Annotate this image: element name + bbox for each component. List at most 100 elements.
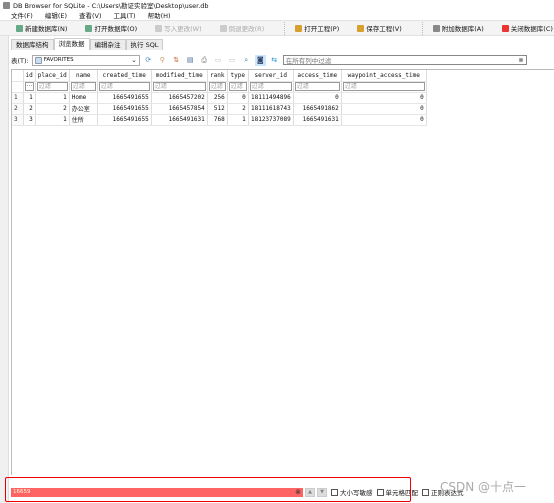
table-cell[interactable]: 768 xyxy=(207,114,228,126)
table-cell[interactable]: 1665491862 xyxy=(293,103,342,115)
filter-columns-icon[interactable]: ⇆ xyxy=(269,55,280,66)
table-cell[interactable]: 2 xyxy=(23,103,36,115)
menu-item[interactable]: 工具(T) xyxy=(114,10,136,20)
table-cell[interactable]: 1 xyxy=(227,114,249,126)
column-filter-input[interactable]: 过滤 xyxy=(228,82,247,91)
corner-cell[interactable] xyxy=(12,70,24,82)
table-cell[interactable]: 18123737089 xyxy=(248,114,294,126)
table-cell[interactable]: 0 xyxy=(293,92,342,104)
column-filter-input[interactable]: 过滤 xyxy=(294,82,340,91)
column-header[interactable]: rank xyxy=(207,70,228,82)
clear-icon[interactable]: ⊗ xyxy=(518,56,523,64)
table-cell[interactable]: 0 xyxy=(341,92,427,104)
filter-cell: 过滤 xyxy=(151,81,208,93)
tab[interactable]: 浏览数据 xyxy=(53,38,90,50)
side-panel-scrollbar[interactable] xyxy=(0,36,9,503)
refresh-icon[interactable]: ⟳ xyxy=(143,55,154,66)
table-cell[interactable]: 0 xyxy=(341,103,427,115)
table-cell[interactable]: 2 xyxy=(227,103,249,115)
menu-item[interactable]: 编辑(E) xyxy=(45,10,67,20)
table-row[interactable]: 1 1 1 Home 1665491655 1665457202 256 0 181114948… xyxy=(12,92,427,104)
table-cell[interactable]: 1665491655 xyxy=(97,114,152,126)
filter-cell: 过滤 xyxy=(97,81,152,93)
table-cell[interactable]: 2 xyxy=(35,103,70,115)
table-cell[interactable]: 1 xyxy=(23,92,36,104)
table-cell[interactable]: 1 xyxy=(35,114,70,126)
toolbar-icon xyxy=(432,24,440,32)
new-record-icon[interactable]: ▭ xyxy=(213,55,224,66)
table-cell[interactable]: 办公室 xyxy=(69,103,98,115)
toolbar-button[interactable]: 打开工程(P) xyxy=(291,21,343,35)
table-select[interactable]: FAVORITES ⌄ xyxy=(31,54,140,66)
toolbar-button[interactable]: 附加数据库(A) xyxy=(429,21,488,35)
row-number[interactable]: 2 xyxy=(12,103,24,115)
column-header[interactable]: access_time xyxy=(293,70,342,82)
delete-record-icon[interactable]: ▭ xyxy=(227,55,238,66)
menu-item[interactable]: 查看(V) xyxy=(79,10,102,20)
toolbar-button[interactable]: 关闭数据库(C) xyxy=(498,21,554,35)
table-cell[interactable]: 0 xyxy=(341,114,427,126)
table-cell[interactable]: 1665491655 xyxy=(97,92,152,104)
table-cell[interactable]: 0 xyxy=(227,92,249,104)
find-icon[interactable]: ⌕ xyxy=(241,55,252,66)
column-header[interactable]: modified_time xyxy=(151,70,208,82)
table-row[interactable]: 3 3 1 住所 1665491655 1665491631 768 1 18123737089… xyxy=(12,114,427,126)
toolbar-button[interactable]: 倒退更改(R) xyxy=(216,21,269,35)
print-icon[interactable]: ⎙ xyxy=(199,55,210,66)
table-cell[interactable]: 1 xyxy=(35,92,70,104)
toolbar-button-label: 关闭数据库(C) xyxy=(510,25,553,33)
filter-cell: 过滤 xyxy=(207,81,228,93)
column-header[interactable]: waypoint_access_time xyxy=(341,70,427,82)
column-filter-input[interactable]: 过滤 xyxy=(36,82,68,91)
tab[interactable]: 执行 SQL xyxy=(125,39,164,50)
table-cell[interactable]: 18111618743 xyxy=(248,103,294,115)
table-row[interactable]: 2 2 2 办公室 1665491655 1665457854 512 2 1811161874… xyxy=(12,103,427,115)
table-cell[interactable]: 1665491631 xyxy=(293,114,342,126)
toolbar-icon xyxy=(155,24,163,32)
column-header[interactable]: id xyxy=(23,70,36,82)
column-header[interactable]: server_id xyxy=(248,70,294,82)
clear-filters-icon[interactable]: ⚲ xyxy=(157,55,168,66)
toolbar-icon xyxy=(219,24,227,32)
table-label: 表(T): xyxy=(11,57,29,65)
table-cell[interactable]: 1665491655 xyxy=(97,103,152,115)
global-filter-input[interactable]: 在所有列中过滤 ⊗ xyxy=(282,55,527,65)
column-filter-input[interactable]: 过滤 xyxy=(70,82,96,91)
table-cell[interactable]: 256 xyxy=(207,92,228,104)
filter-cell: 过滤 xyxy=(293,81,342,93)
column-filter-input[interactable]: 过滤 xyxy=(342,82,425,91)
column-header[interactable]: name xyxy=(69,70,98,82)
toolbar-button[interactable]: 保存工程(V) xyxy=(353,21,406,35)
menu-item[interactable]: 文件(F) xyxy=(11,10,33,20)
table-cell[interactable]: 3 xyxy=(23,114,36,126)
save-table-icon[interactable]: ▤ xyxy=(185,55,196,66)
row-number[interactable]: 1 xyxy=(12,92,24,104)
toolbar-button[interactable]: 写入更改(W) xyxy=(151,21,206,35)
toolbar-separator xyxy=(284,21,286,35)
column-filter-input[interactable]: 过滤 xyxy=(98,82,150,91)
column-filter-input[interactable]: ··· xyxy=(24,82,34,91)
column-header[interactable]: place_id xyxy=(35,70,70,82)
column-header[interactable]: type xyxy=(227,70,249,82)
table-cell[interactable]: 1665457202 xyxy=(151,92,208,104)
table-cell[interactable]: 住所 xyxy=(69,114,98,126)
tab[interactable]: 数据库结构 xyxy=(11,39,54,50)
toolbar-button[interactable]: 新建数据库(N) xyxy=(12,21,71,35)
table-cell[interactable]: Home xyxy=(69,92,98,104)
filter-cell: 过滤 xyxy=(341,81,427,93)
row-number[interactable]: 3 xyxy=(12,114,24,126)
table-cell[interactable]: 1665457854 xyxy=(151,103,208,115)
find-replace-icon[interactable]: ◙ xyxy=(254,54,266,66)
chevron-down-icon: ⌄ xyxy=(131,56,137,64)
clear-sort-icon[interactable]: ⇅ xyxy=(171,55,182,66)
column-header[interactable]: created_time xyxy=(97,70,152,82)
menu-item[interactable]: 帮助(H) xyxy=(148,10,171,20)
table-cell[interactable]: 1665491631 xyxy=(151,114,208,126)
column-filter-input[interactable]: 过滤 xyxy=(249,82,292,91)
column-filter-input[interactable]: 过滤 xyxy=(208,82,226,91)
table-cell[interactable]: 512 xyxy=(207,103,228,115)
tab[interactable]: 编辑杂注 xyxy=(89,39,126,50)
toolbar-button[interactable]: 打开数据库(O) xyxy=(81,21,141,35)
table-cell[interactable]: 18111494896 xyxy=(248,92,294,104)
column-filter-input[interactable]: 过滤 xyxy=(152,82,206,91)
